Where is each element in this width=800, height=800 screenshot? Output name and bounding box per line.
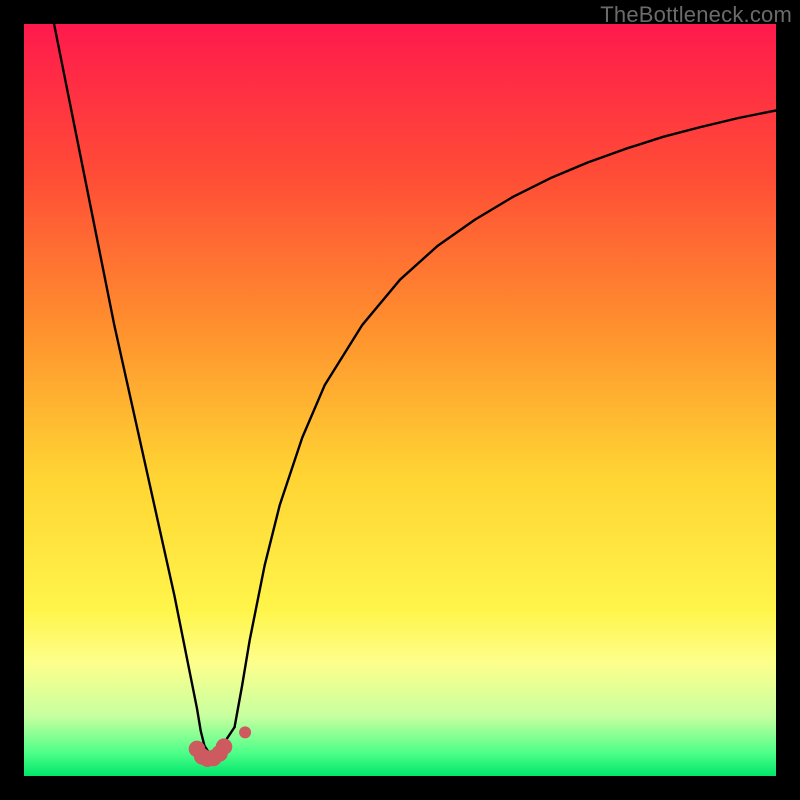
outer-frame: TheBottleneck.com <box>0 0 800 800</box>
chart-canvas <box>24 24 776 776</box>
dot-6 <box>216 738 233 755</box>
dot-7 <box>239 726 251 738</box>
watermark-text: TheBottleneck.com <box>600 2 792 28</box>
